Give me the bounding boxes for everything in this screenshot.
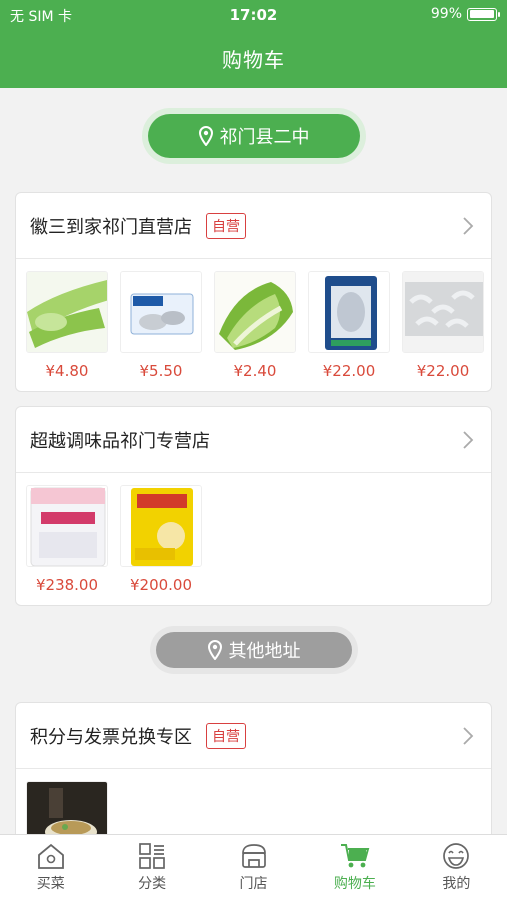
bottom-tab-bar: 买菜 分类 门店 购物车 我的 (0, 834, 507, 900)
tab-mine[interactable]: 我的 (406, 835, 507, 900)
cart-icon (340, 844, 370, 868)
celery-image (26, 271, 108, 353)
tab-stores[interactable]: 门店 (203, 835, 304, 900)
store-icon (241, 844, 266, 868)
location-pin-icon (207, 640, 222, 660)
cart-item[interactable]: ¥238.00 (26, 485, 108, 594)
chevron-right-icon (463, 217, 474, 235)
store-name: 徽三到家祁门直营店 (30, 216, 192, 238)
cart-item[interactable]: ¥22.00 (402, 271, 484, 380)
tab-cart[interactable]: 购物车 (304, 835, 405, 900)
store-name: 积分与发票兑换专区 (30, 726, 192, 748)
cart-item[interactable]: ¥2.40 (214, 271, 296, 380)
item-price: ¥5.50 (139, 362, 183, 380)
chevron-right-icon (463, 431, 474, 449)
self-operated-badge: 自营 (206, 212, 246, 239)
frozen-fish-package-image (120, 271, 202, 353)
location-button[interactable]: 祁门县二中 (147, 114, 360, 158)
category-grid-icon (139, 843, 165, 869)
smiley-icon (443, 843, 470, 869)
page-title: 购物车 (222, 48, 285, 72)
item-price: ¥4.80 (45, 362, 89, 380)
location-selector-primary: 祁门县二中 (141, 108, 366, 164)
store-card: 超越调味品祁门专营店 ¥238.00 ¥200.00 (15, 406, 492, 606)
fish-fillet-package-image (308, 271, 390, 353)
item-price: ¥200.00 (129, 576, 193, 594)
store-card: 徽三到家祁门直营店 自营 ¥4.80 ¥5.50 ¥2.40 ¥22.00 ¥2… (15, 192, 492, 392)
store-header[interactable]: 积分与发票兑换专区 自营 (16, 703, 491, 769)
item-price: ¥238.00 (35, 576, 99, 594)
tab-buy-vegetables[interactable]: 买菜 (0, 835, 101, 900)
self-operated-badge: 自营 (206, 722, 246, 749)
other-address-label: 其他地址 (228, 641, 301, 662)
msg-bag-image (26, 485, 108, 567)
store-header[interactable]: 徽三到家祁门直营店 自营 (16, 193, 491, 259)
seasoning-bag-image (120, 485, 202, 567)
chevron-right-icon (463, 727, 474, 745)
location-pin-icon (198, 126, 213, 146)
store-name: 超越调味品祁门专营店 (30, 430, 210, 452)
item-price: ¥22.00 (322, 362, 376, 380)
cart-item[interactable]: ¥22.00 (308, 271, 390, 380)
location-label: 祁门县二中 (219, 127, 310, 148)
status-bar: 无 SIM 卡 17:02 99% (0, 0, 507, 30)
top-bar: 无 SIM 卡 17:02 99% 购物车 (0, 0, 507, 88)
store-header[interactable]: 超越调味品祁门专营店 (16, 407, 491, 473)
tab-label: 门店 (239, 876, 268, 892)
battery-indicator: 99% (430, 6, 500, 22)
cart-item[interactable]: ¥4.80 (26, 271, 108, 380)
frozen-shrimp-image (402, 271, 484, 353)
tab-categories[interactable]: 分类 (101, 835, 202, 900)
location-selector-other: 其他地址 (149, 626, 358, 674)
cart-item[interactable]: ¥5.50 (120, 271, 202, 380)
battery-percent: 99% (430, 6, 462, 22)
home-icon (37, 843, 64, 869)
napa-cabbage-image (214, 271, 296, 353)
tab-label: 分类 (138, 876, 167, 892)
other-address-button[interactable]: 其他地址 (155, 632, 352, 668)
tab-label: 我的 (442, 876, 471, 892)
item-price: ¥2.40 (233, 362, 277, 380)
battery-icon (467, 7, 500, 21)
cart-item[interactable]: ¥200.00 (120, 485, 202, 594)
tab-label: 买菜 (36, 876, 65, 892)
tab-label: 购物车 (333, 876, 376, 892)
item-price: ¥22.00 (416, 362, 470, 380)
